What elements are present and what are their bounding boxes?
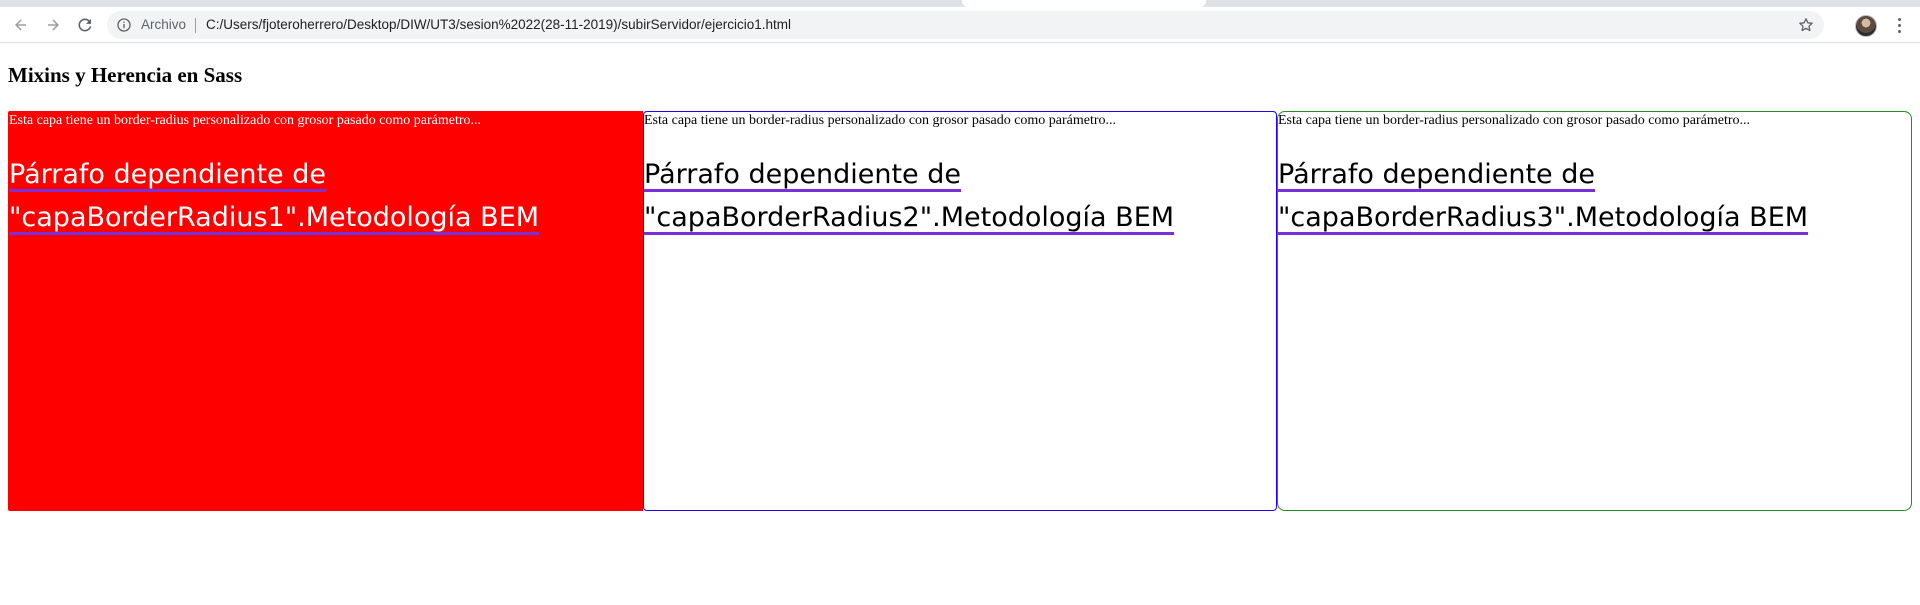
active-tab[interactable]: [962, 0, 1206, 7]
capa-border-radius-1: Esta capa tiene un border-radius persona…: [8, 111, 643, 511]
bem-paragraph-link-1[interactable]: Párrafo dependiente de "capaBorderRadius…: [9, 159, 539, 233]
page-content: Mixins y Herencia en Sass Esta capa tien…: [0, 44, 1920, 605]
bem-paragraph-link-3[interactable]: Párrafo dependiente de "capaBorderRadius…: [1278, 159, 1808, 233]
info-icon[interactable]: [117, 18, 131, 32]
back-button[interactable]: [8, 12, 34, 38]
bem-paragraph-link-2[interactable]: Párrafo dependiente de "capaBorderRadius…: [644, 159, 1174, 233]
reload-icon: [78, 18, 92, 32]
forward-button[interactable]: [40, 12, 66, 38]
capa-description: Esta capa tiene un border-radius persona…: [9, 113, 482, 128]
url-text[interactable]: C:/Users/fjoteroherrero/Desktop/DIW/UT3/…: [206, 17, 791, 32]
address-bar[interactable]: Archivo C:/Users/fjoteroherrero/Desktop/…: [107, 11, 1824, 39]
tab-strip: [0, 0, 1920, 7]
reload-button[interactable]: [72, 12, 98, 38]
forward-arrow-icon: [48, 19, 59, 31]
star-icon[interactable]: [1798, 17, 1814, 33]
browser-toolbar: Archivo C:/Users/fjoteroherrero/Desktop/…: [0, 7, 1920, 43]
omnibox-divider: [195, 18, 196, 33]
capa-description: Esta capa tiene un border-radius persona…: [644, 113, 1117, 128]
profile-avatar[interactable]: [1855, 15, 1877, 37]
capa-border-radius-2: Esta capa tiene un border-radius persona…: [643, 111, 1277, 511]
more-menu-icon[interactable]: [1889, 12, 1909, 38]
capa-border-radius-3: Esta capa tiene un border-radius persona…: [1277, 111, 1912, 511]
page-title: Mixins y Herencia en Sass: [8, 63, 243, 87]
back-arrow-icon: [15, 19, 26, 31]
scheme-chip: Archivo: [141, 17, 187, 32]
capa-description: Esta capa tiene un border-radius persona…: [1278, 113, 1751, 128]
